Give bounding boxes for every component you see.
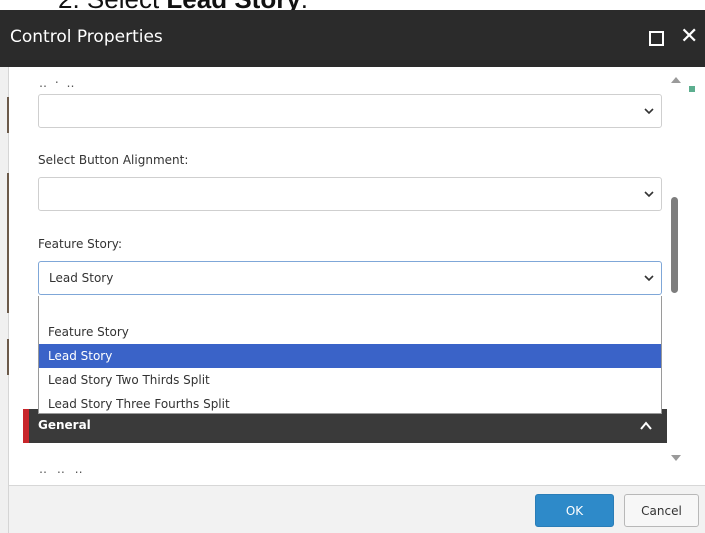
dialog-title: Control Properties bbox=[10, 27, 163, 47]
feature-story-dropdown-list[interactable]: Feature Story Lead Story Lead Story Two … bbox=[38, 296, 662, 414]
dialog-body[interactable]: ‥ ‧ ‥ Select Button Alignment: Feature S… bbox=[9, 67, 705, 485]
cut-off-field-label: ‥ ‥ ‥ bbox=[39, 462, 86, 476]
dropdown-option-feature-story[interactable]: Feature Story bbox=[39, 320, 661, 344]
scroll-down-arrow[interactable] bbox=[671, 455, 681, 461]
maximize-icon[interactable] bbox=[649, 31, 664, 46]
chevron-down-icon bbox=[644, 108, 654, 115]
dropdown-option-empty[interactable] bbox=[39, 296, 661, 320]
background-window-edge bbox=[0, 67, 9, 533]
dropdown-option-lead-story-three-fourths[interactable]: Lead Story Three Fourths Split bbox=[39, 392, 661, 416]
chevron-down-icon bbox=[644, 191, 654, 198]
cancel-button[interactable]: Cancel bbox=[624, 494, 699, 527]
button-alignment-label: Select Button Alignment: bbox=[38, 153, 189, 167]
dropdown-field-1[interactable] bbox=[38, 94, 662, 128]
dropdown-option-lead-story[interactable]: Lead Story bbox=[39, 344, 661, 368]
dialog-scrollbar[interactable] bbox=[667, 77, 687, 465]
dropdown-value: Lead Story bbox=[49, 271, 114, 285]
status-indicator bbox=[689, 86, 695, 92]
scrollbar-thumb[interactable] bbox=[671, 197, 678, 293]
cut-off-field-label: ‥ ‧ ‥ bbox=[39, 76, 77, 90]
chevron-down-icon bbox=[644, 275, 654, 282]
ok-button[interactable]: OK bbox=[535, 494, 614, 527]
dialog-footer: OK Cancel bbox=[9, 485, 705, 533]
dropdown-option-lead-story-two-thirds[interactable]: Lead Story Two Thirds Split bbox=[39, 368, 661, 392]
feature-story-label: Feature Story: bbox=[38, 237, 123, 251]
chevron-up-icon[interactable] bbox=[639, 419, 653, 433]
feature-story-select[interactable]: Lead Story bbox=[38, 261, 662, 295]
button-alignment-select[interactable] bbox=[38, 177, 662, 211]
dialog-titlebar: Control Properties ✕ bbox=[0, 10, 705, 67]
section-title: General bbox=[38, 418, 91, 432]
close-icon[interactable]: ✕ bbox=[680, 26, 698, 48]
scroll-up-arrow[interactable] bbox=[671, 77, 681, 83]
